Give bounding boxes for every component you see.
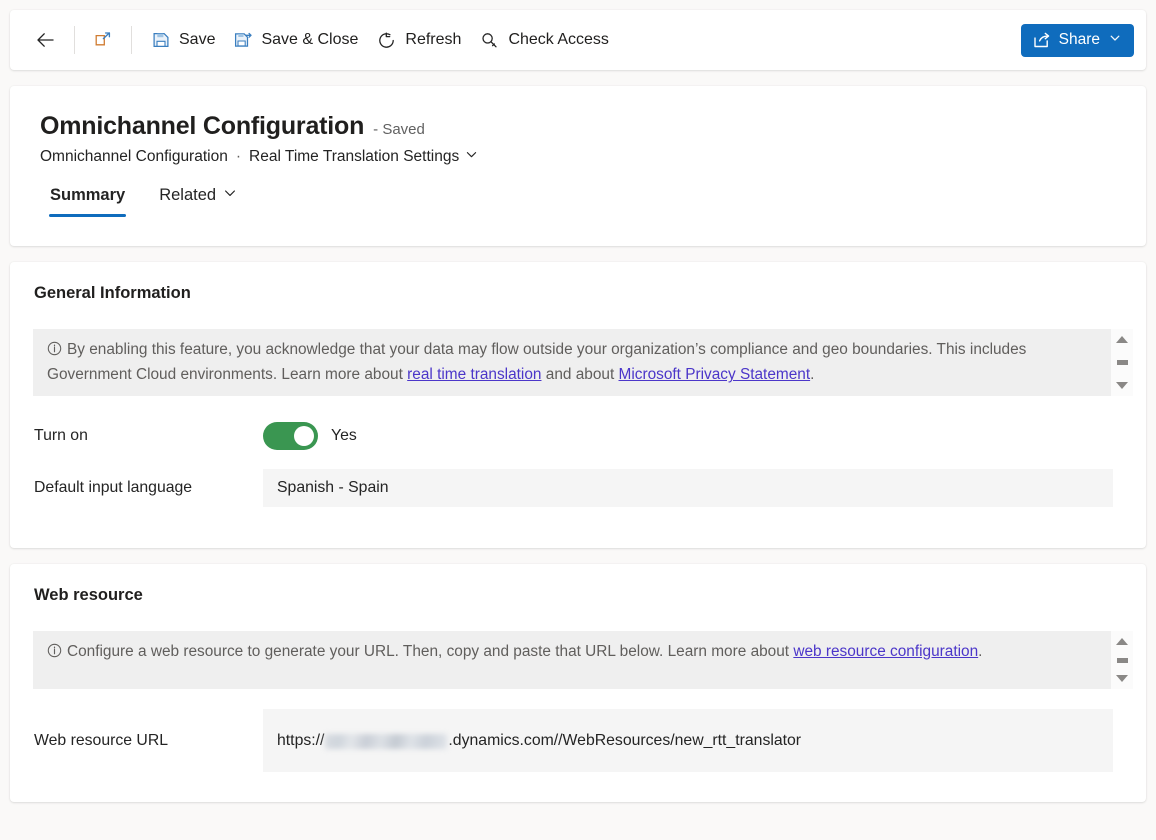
general-information-section: General Information By enabling this fea…: [10, 262, 1146, 548]
turn-on-toggle[interactable]: [263, 422, 318, 450]
chevron-down-icon: [223, 186, 237, 205]
web-resource-title: Web resource: [10, 564, 1146, 605]
command-bar-actions: Save Save & Close Refresh: [26, 10, 618, 70]
scroll-up-arrow-icon[interactable]: [1116, 336, 1128, 343]
microsoft-privacy-statement-link[interactable]: Microsoft Privacy Statement: [619, 366, 811, 383]
share-button[interactable]: Share: [1021, 24, 1134, 57]
web-resource-section: Web resource Configure a web resource to…: [10, 564, 1146, 802]
chevron-down-icon: [1109, 31, 1121, 49]
refresh-button[interactable]: Refresh: [367, 22, 470, 58]
general-information-notice: By enabling this feature, you acknowledg…: [33, 329, 1133, 396]
url-suffix: .dynamics.com//WebResources/new_rtt_tran…: [448, 732, 801, 750]
toolbar-divider: [131, 26, 132, 54]
default-input-language-input[interactable]: Spanish - Spain: [263, 469, 1113, 507]
form-tabs: Summary Related: [10, 166, 1146, 217]
notice-text-part-2: .: [978, 643, 982, 660]
scrollbar-thumb[interactable]: [1117, 658, 1128, 663]
notice-text-part-2: and about: [541, 366, 618, 383]
web-resource-configuration-link[interactable]: web resource configuration: [793, 643, 978, 660]
scroll-up-arrow-icon[interactable]: [1116, 638, 1128, 645]
breadcrumb-parent[interactable]: Omnichannel Configuration: [40, 148, 228, 166]
notice-text: By enabling this feature, you acknowledg…: [33, 329, 1133, 396]
info-circle-icon: [47, 642, 62, 665]
scrollbar-thumb[interactable]: [1117, 360, 1128, 365]
toggle-knob: [294, 426, 314, 446]
save-button[interactable]: Save: [142, 22, 224, 58]
save-and-close-button[interactable]: Save & Close: [224, 22, 367, 58]
field-default-input-language: Default input language Spanish - Spain: [10, 469, 1146, 507]
field-default-input-language-label: Default input language: [34, 479, 263, 497]
scroll-down-arrow-icon[interactable]: [1116, 675, 1128, 682]
breadcrumb-separator: ·: [235, 148, 242, 166]
floppy-disk-arrow-icon: [233, 30, 253, 50]
field-web-resource-url-label: Web resource URL: [34, 732, 263, 750]
share-arrow-icon: [1032, 31, 1051, 50]
field-turn-on-label: Turn on: [34, 427, 263, 445]
notice-scrollbar[interactable]: [1111, 631, 1133, 689]
circular-arrow-icon: [376, 30, 397, 51]
breadcrumb: Omnichannel Configuration · Real Time Tr…: [10, 141, 1146, 166]
url-prefix: https://: [277, 732, 324, 750]
redacted-organization-name: [325, 734, 447, 749]
tab-summary[interactable]: Summary: [38, 180, 137, 217]
page-title-row: Omnichannel Configuration - Saved: [10, 86, 1146, 141]
turn-on-toggle-value: Yes: [331, 427, 357, 445]
back-button[interactable]: [26, 22, 64, 58]
tab-summary-label: Summary: [50, 186, 125, 205]
check-access-button[interactable]: Check Access: [470, 22, 617, 58]
toolbar-divider: [74, 26, 75, 54]
field-default-input-language-control: Spanish - Spain: [263, 469, 1146, 507]
web-resource-url-input[interactable]: https:// .dynamics.com//WebResources/new_…: [263, 709, 1113, 772]
page-title: Omnichannel Configuration: [40, 112, 364, 141]
chevron-down-icon: [465, 148, 478, 166]
share-label: Share: [1059, 31, 1100, 49]
notice-scrollbar[interactable]: [1111, 329, 1133, 396]
check-access-label: Check Access: [508, 31, 608, 49]
save-and-close-label: Save & Close: [261, 31, 358, 49]
tab-related-label: Related: [159, 186, 216, 205]
notice-text-part-3: .: [810, 366, 814, 383]
key-icon: [479, 30, 500, 51]
refresh-label: Refresh: [405, 31, 461, 49]
save-status-text: - Saved: [373, 121, 425, 138]
record-header-card: Omnichannel Configuration - Saved Omnich…: [10, 86, 1146, 246]
breadcrumb-current-form[interactable]: Real Time Translation Settings: [249, 148, 478, 166]
general-information-title: General Information: [10, 262, 1146, 303]
floppy-disk-icon: [151, 30, 171, 50]
field-web-resource-url: Web resource URL https:// .dynamics.com//…: [10, 709, 1146, 772]
field-web-resource-url-control: https:// .dynamics.com//WebResources/new_…: [263, 709, 1146, 772]
breadcrumb-current-label: Real Time Translation Settings: [249, 148, 459, 166]
info-circle-icon: [47, 340, 62, 363]
arrow-left-icon: [34, 29, 56, 51]
real-time-translation-link[interactable]: real time translation: [407, 366, 541, 383]
open-in-new-window-icon: [93, 30, 113, 50]
notice-text-part-1: Configure a web resource to generate you…: [67, 643, 793, 660]
tab-related[interactable]: Related: [147, 180, 249, 217]
field-turn-on: Turn on Yes: [10, 422, 1146, 450]
save-label: Save: [179, 31, 215, 49]
web-resource-notice: Configure a web resource to generate you…: [33, 631, 1133, 689]
open-in-new-window-button[interactable]: [85, 22, 121, 58]
command-bar: Save Save & Close Refresh: [10, 10, 1146, 70]
notice-text: Configure a web resource to generate you…: [33, 631, 1016, 674]
field-turn-on-control: Yes: [263, 422, 1146, 450]
scroll-down-arrow-icon[interactable]: [1116, 382, 1128, 389]
